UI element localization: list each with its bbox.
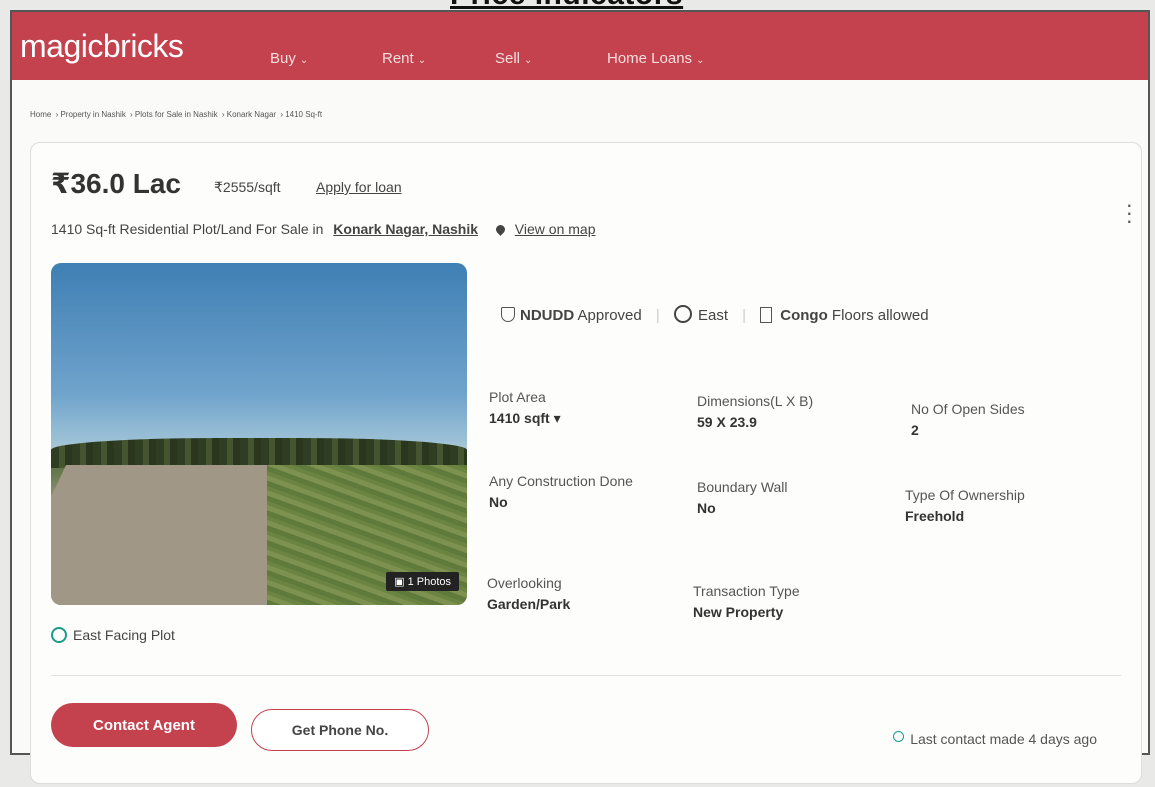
attr-value: New Property (693, 604, 784, 620)
attr-label: Boundary Wall (697, 479, 788, 495)
attr-value: No (697, 500, 716, 516)
photo-count-badge[interactable]: ▣ 1 Photos (386, 572, 459, 591)
breadcrumb-plots[interactable]: Plots for Sale in Nashik (135, 110, 218, 119)
attr-transaction: Transaction Type New Property (693, 583, 873, 620)
divider: | (655, 307, 660, 324)
attr-label: Transaction Type (693, 583, 800, 599)
location-link[interactable]: Konark Nagar, Nashik (333, 221, 478, 237)
attr-label: No Of Open Sides (911, 401, 1025, 417)
attr-label: Plot Area (489, 389, 546, 405)
attr-value: No (489, 494, 508, 510)
nav-rent[interactable]: Rent ⌄ (382, 50, 426, 67)
attr-label: Overlooking (487, 575, 562, 591)
gallery-icon: ▣ (394, 576, 408, 588)
attr-value[interactable]: 1410 sqft ▾ (489, 410, 669, 427)
nav-buy[interactable]: Buy ⌄ (270, 50, 308, 67)
nav-home-loans[interactable]: Home Loans ⌄ (607, 50, 704, 67)
building-floors-icon (760, 307, 773, 323)
breadcrumb-home[interactable]: Home (30, 110, 51, 119)
chevron-down-icon: ⌄ (696, 55, 705, 66)
attr-construction: Any Construction Done No (489, 473, 659, 510)
attr-ownership: Type Of Ownership Freehold (905, 487, 1105, 524)
feature-label: East Facing Plot (73, 627, 175, 643)
map-pin-icon (494, 223, 507, 236)
chevron-down-icon: ⌄ (417, 55, 427, 66)
chevron-down-icon: ⌄ (524, 55, 533, 66)
top-navbar: magicbricks Buy ⌄ Rent ⌄ Sell ⌄ Home Loans ⌄ (12, 12, 1148, 80)
contact-agent-button[interactable]: Contact Agent (51, 703, 237, 747)
property-photo[interactable]: ▣ 1 Photos (51, 263, 467, 605)
property-highlights: NDUDD Approved | East | Congo Floors all… (501, 305, 929, 324)
attr-value: Freehold (905, 508, 965, 524)
shield-check-icon (501, 307, 515, 322)
approval-authority: NDUDD (520, 307, 575, 324)
attr-dimensions: Dimensions(L X B) 59 X 23.9 (697, 393, 877, 430)
attr-open-sides: No Of Open Sides 2 (911, 401, 1091, 438)
magicbricks-logo[interactable]: magicbricks (20, 28, 184, 65)
attr-value: 59 X 23.9 (697, 414, 757, 430)
screenshot-frame: magicbricks Buy ⌄ Rent ⌄ Sell ⌄ Home Loans ⌄… (10, 10, 1150, 784)
last-contact-info: Last contact made 4 days ago (893, 731, 1097, 747)
floors-label: Floors allowed (831, 307, 929, 324)
approval-status: Approved (577, 307, 642, 324)
last-contact-text: Last contact made 4 days ago (910, 731, 1097, 747)
breadcrumb: Home › Property in Nashik › Plots for Sa… (30, 110, 323, 119)
check-circle-icon (51, 627, 67, 643)
nav-sell-label: Sell (495, 50, 521, 67)
nav-home-loans-label: Home Loans (607, 50, 693, 67)
chevron-down-icon: ⌄ (299, 55, 309, 66)
card-divider (51, 675, 1121, 676)
attr-label: Any Construction Done (489, 473, 633, 489)
attr-plot-area: Plot Area 1410 sqft ▾ (489, 389, 669, 427)
facing-direction: East (697, 307, 728, 324)
listing-title-text: 1410 Sq-ft Residential Plot/Land For Sal… (51, 221, 324, 237)
listing-card: ₹36.0 Lac ₹2555/sqft Apply for loan · · · … (30, 142, 1142, 784)
attr-label: Dimensions(L X B) (697, 393, 814, 409)
attr-label: Type Of Ownership (905, 487, 1025, 503)
compass-icon (673, 305, 692, 323)
nav-sell[interactable]: Sell ⌄ (495, 50, 532, 67)
photo-count-label: 1 Photos (407, 576, 451, 588)
attr-value: 2 (911, 422, 919, 438)
listing-title: 1410 Sq-ft Residential Plot/Land For Sal… (51, 221, 595, 237)
breadcrumb-current: 1410 Sq-ft (285, 110, 323, 119)
more-options-icon[interactable]: · · · (1126, 194, 1133, 232)
person-icon (893, 731, 905, 742)
breadcrumb-locality[interactable]: Konark Nagar (227, 110, 276, 119)
price-per-sqft: ₹2555/sqft (214, 179, 281, 195)
nav-buy-label: Buy (270, 50, 296, 67)
listing-price: ₹36.0 Lac (51, 168, 182, 199)
view-on-map-link[interactable]: View on map (515, 221, 596, 237)
nav-rent-label: Rent (382, 50, 414, 67)
attr-overlooking: Overlooking Garden/Park (487, 575, 667, 612)
get-phone-button[interactable]: Get Phone No. (251, 709, 429, 751)
east-facing-feature: East Facing Plot (51, 627, 175, 643)
divider: | (742, 307, 747, 324)
photo-trees (51, 438, 467, 468)
attr-boundary-wall: Boundary Wall No (697, 479, 877, 516)
floors-value: Congo (780, 307, 828, 324)
attr-value: Garden/Park (487, 596, 571, 612)
breadcrumb-property[interactable]: Property in Nashik (60, 110, 125, 119)
apply-loan-link[interactable]: Apply for loan (316, 179, 402, 195)
